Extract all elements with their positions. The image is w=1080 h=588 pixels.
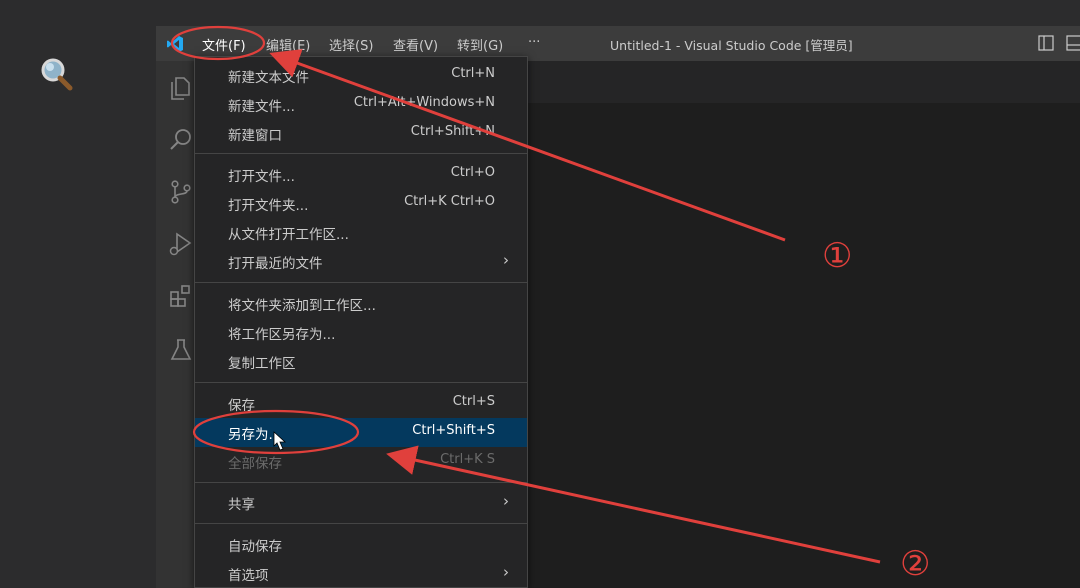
menu-file[interactable]: 文件(F) [202, 35, 246, 54]
menu-item-shortcut: Ctrl+K S [440, 452, 495, 467]
magnifier-icon [41, 58, 73, 91]
menu-item-save-as[interactable]: 另存为... Ctrl+Shift+S [195, 418, 527, 447]
menu-item-label: 新建文件... [228, 99, 295, 115]
menu-item-label: 新建窗口 [228, 128, 282, 144]
menu-selection[interactable]: 选择(S) [329, 35, 373, 54]
file-menu-dropdown: 新建文本文件 Ctrl+N 新建文件... Ctrl+Alt+Windows+N… [194, 56, 528, 588]
menu-item-open-workspace[interactable]: 从文件打开工作区... [195, 218, 527, 247]
chevron-right-icon: › [503, 563, 509, 581]
menu-item-shortcut: Ctrl+S [452, 394, 495, 409]
menu-item-shortcut: Ctrl+Shift+S [412, 423, 495, 438]
menu-item-label: 打开最近的文件 [228, 256, 323, 272]
menu-item-label: 打开文件... [228, 169, 295, 185]
background-top [156, 0, 1080, 26]
background-left [0, 0, 156, 588]
menu-item-label: 复制工作区 [228, 356, 296, 372]
menu-item-label: 全部保存 [228, 456, 282, 472]
menu-item-label: 另存为... [228, 427, 282, 443]
menu-item-label: 将工作区另存为... [228, 327, 336, 343]
menu-item-label: 共享 [228, 497, 255, 513]
menu-item-save-workspace-as[interactable]: 将工作区另存为... [195, 318, 527, 347]
menu-go[interactable]: 转到(G) [457, 35, 503, 54]
menu-separator [195, 282, 527, 283]
menu-item-label: 将文件夹添加到工作区... [228, 298, 376, 314]
menu-item-save[interactable]: 保存 Ctrl+S [195, 389, 527, 418]
menu-item-label: 自动保存 [228, 539, 282, 555]
menu-item-open-recent[interactable]: 打开最近的文件 › [195, 247, 527, 276]
run-debug-icon[interactable] [168, 231, 194, 257]
menu-separator [195, 382, 527, 383]
menu-separator [195, 153, 527, 154]
menu-item-preferences[interactable]: 首选项 › [195, 559, 527, 588]
search-icon[interactable] [168, 127, 194, 153]
menu-edit[interactable]: 编辑(E) [266, 35, 310, 54]
chevron-right-icon: › [503, 251, 509, 269]
menu-view[interactable]: 查看(V) [393, 35, 438, 54]
explorer-icon[interactable] [168, 75, 194, 101]
toggle-panel-icon[interactable] [1066, 35, 1080, 51]
menu-item-label: 首选项 [228, 568, 269, 584]
menu-item-label: 新建文本文件 [228, 70, 309, 86]
menu-item-label: 打开文件夹... [228, 198, 309, 214]
menu-item-new-text-file[interactable]: 新建文本文件 Ctrl+N [195, 61, 527, 90]
step-2-label: ② [900, 544, 931, 584]
menu-item-shortcut: Ctrl+Shift+N [410, 124, 495, 139]
menu-item-open-folder[interactable]: 打开文件夹... Ctrl+K Ctrl+O [195, 189, 527, 218]
testing-icon[interactable] [168, 337, 194, 363]
window-title: Untitled-1 - Visual Studio Code [管理员] [610, 38, 853, 53]
chevron-right-icon: › [503, 492, 509, 510]
menu-item-new-window[interactable]: 新建窗口 Ctrl+Shift+N [195, 119, 527, 148]
menu-item-new-file[interactable]: 新建文件... Ctrl+Alt+Windows+N [195, 90, 527, 119]
menu-separator [195, 482, 527, 483]
menu-separator [195, 523, 527, 524]
menu-item-save-all: 全部保存 Ctrl+K S [195, 447, 527, 476]
step-1-label: ① [822, 236, 853, 276]
menu-item-share[interactable]: 共享 › [195, 488, 527, 517]
source-control-icon[interactable] [168, 179, 194, 205]
menu-item-add-folder-to-workspace[interactable]: 将文件夹添加到工作区... [195, 289, 527, 318]
vscode-logo-icon [167, 36, 183, 52]
menu-item-shortcut: Ctrl+Alt+Windows+N [353, 95, 495, 110]
extensions-icon[interactable] [168, 283, 194, 309]
menu-item-duplicate-workspace[interactable]: 复制工作区 [195, 347, 527, 376]
menu-item-shortcut: Ctrl+K Ctrl+O [404, 194, 495, 209]
toggle-sidebar-icon[interactable] [1038, 35, 1054, 51]
menu-more[interactable]: ··· [528, 35, 540, 50]
menu-item-shortcut: Ctrl+O [450, 165, 495, 180]
menu-item-auto-save[interactable]: 自动保存 [195, 530, 527, 559]
menu-item-label: 从文件打开工作区... [228, 227, 349, 243]
menu-item-open-file[interactable]: 打开文件... Ctrl+O [195, 160, 527, 189]
menu-item-label: 保存 [228, 398, 255, 414]
menu-item-shortcut: Ctrl+N [451, 66, 495, 81]
